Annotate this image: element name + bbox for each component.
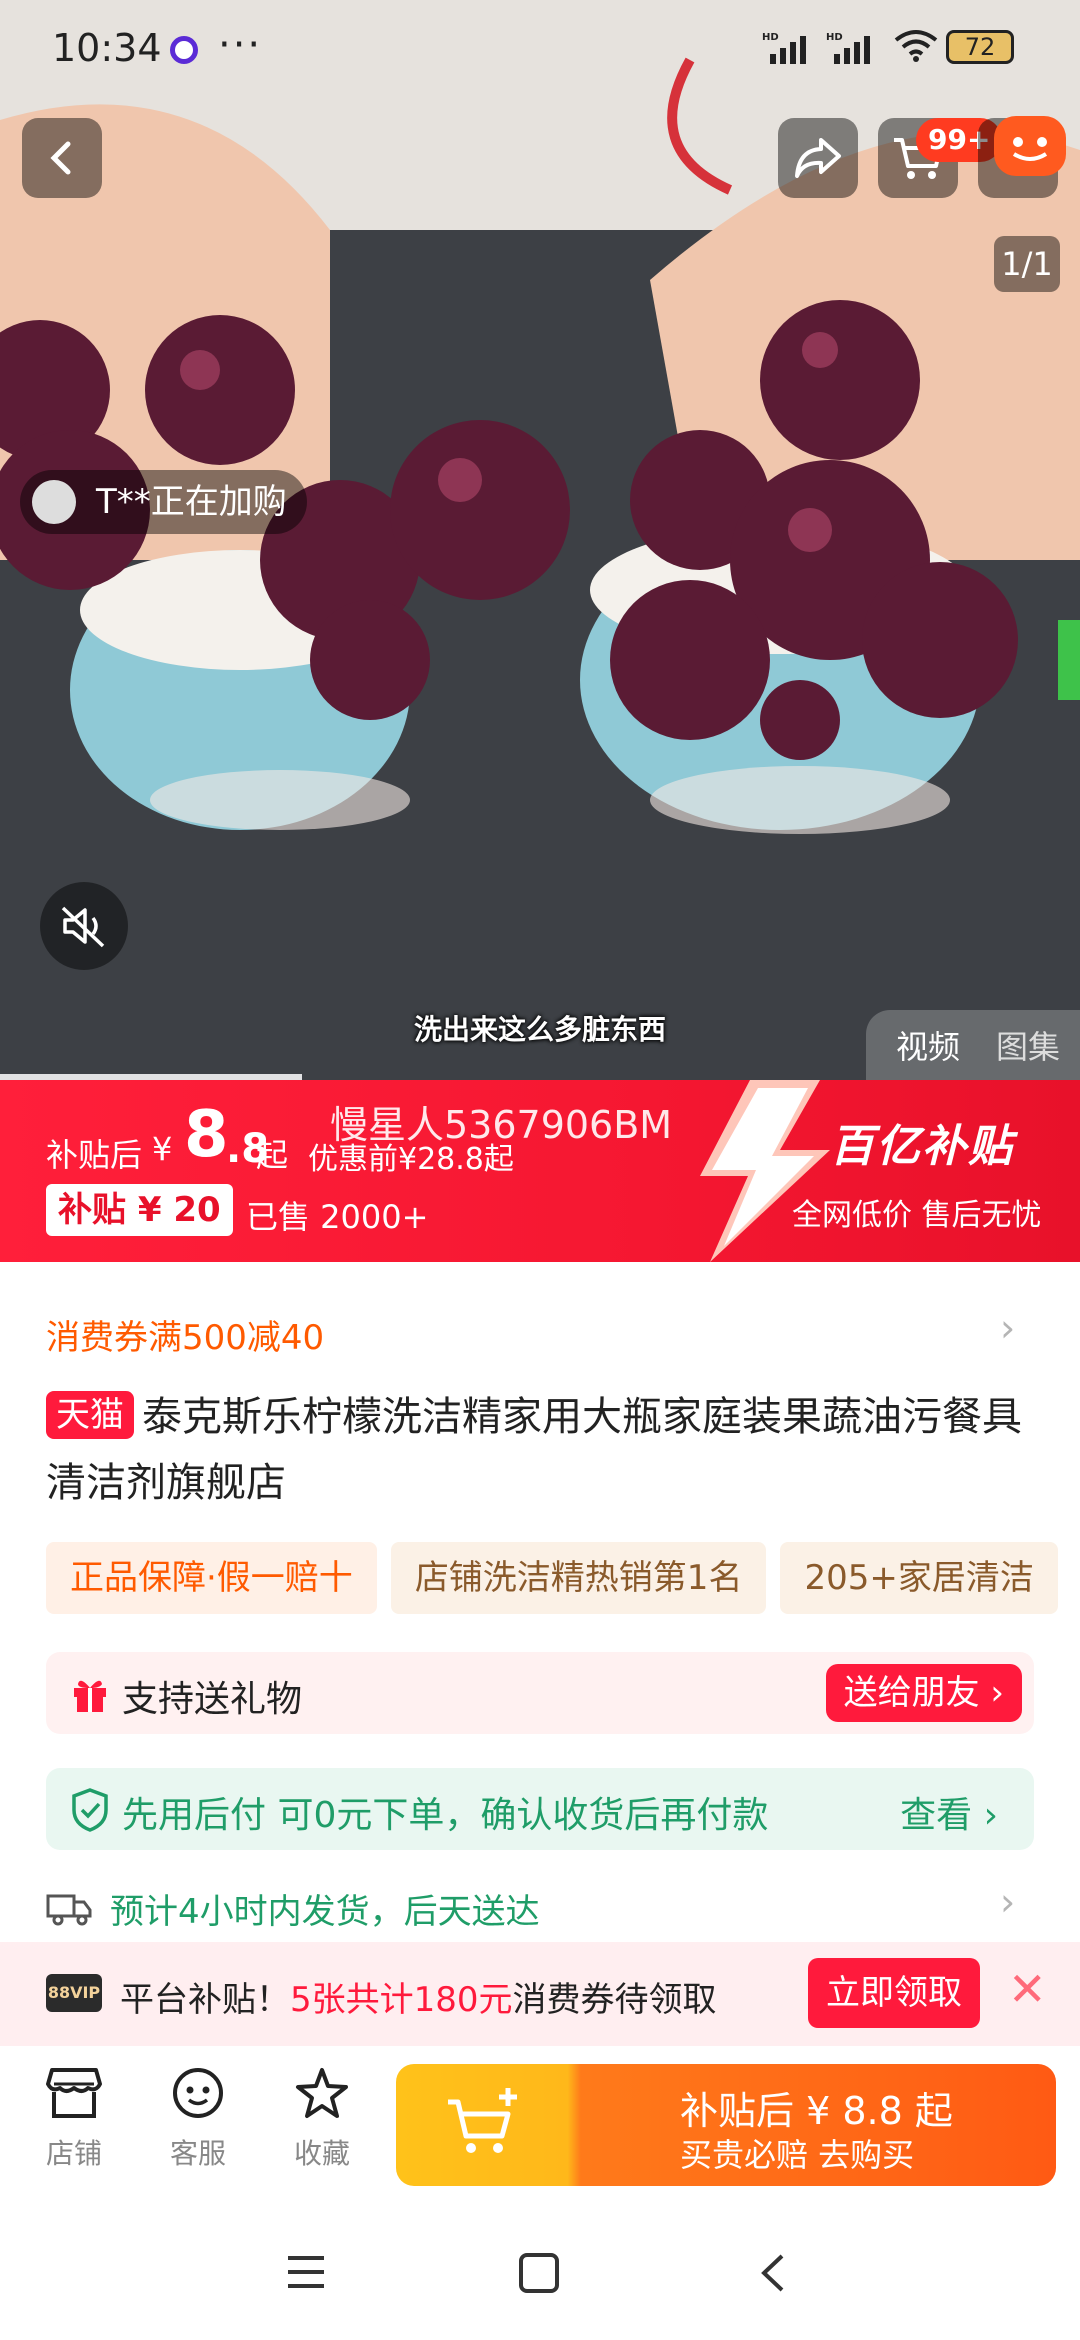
pay-later-view-link[interactable]: 查看 › (900, 1786, 998, 1838)
service-label: 客服 (169, 2137, 226, 2170)
coupon-text: 消费券满500减40 (46, 1318, 325, 1358)
add-to-cart-icon[interactable] (444, 2084, 524, 2164)
subsidy-slogan: 全网低价 售后无忧 (792, 1198, 1042, 1233)
share-icon (795, 138, 841, 178)
share-button[interactable] (778, 118, 858, 198)
shop-button[interactable]: 店铺 (24, 2066, 124, 2172)
buyer-activity-ticker: T**正在加购 (20, 470, 307, 534)
price-currency: ¥ (152, 1130, 173, 1168)
svg-text:HD: HD (826, 32, 843, 43)
promo-text: 平台补贴！5张共计180元消费券待领取 (120, 1980, 717, 2020)
vip-badge: 88VIP (46, 1974, 102, 2012)
pay-later-text: 先用后付 可0元下单，确认收货后再付款 (122, 1795, 769, 1836)
product-media[interactable]: 10:34 ··· HD HD 72 99+ 1/1 T**正在加购 洗出来这么… (0, 0, 1080, 1080)
chevron-right-icon: › (1000, 1306, 1016, 1350)
price-banner: 补贴后 ¥ 8 .8 起 优惠前¥28.8起 慢星人5367906BM 补贴 ¥… (0, 1080, 1080, 1262)
price-suffix: 起 (256, 1136, 289, 1174)
product-detail-page: 10:34 ··· HD HD 72 99+ 1/1 T**正在加购 洗出来这么… (0, 0, 1080, 2340)
app-notification-icon (170, 36, 198, 64)
truck-icon (46, 1894, 92, 1926)
send-to-friend-button[interactable]: 送给朋友 › (825, 1664, 1022, 1722)
bottom-action-bar: 店铺 客服 收藏 补贴后 ¥ 8.8 起 买贵必赔 去购买 (0, 2046, 1080, 2210)
platform-subsidy-promo: 88VIP 平台补贴！5张共计180元消费券待领取 立即领取 ✕ (0, 1942, 1080, 2046)
signal-icon-2: HD (826, 30, 880, 71)
tab-video[interactable]: 视频 (896, 1022, 960, 1068)
tag-authentic[interactable]: 正品保障·假一赔十 (46, 1542, 377, 1614)
tab-gallery[interactable]: 图集 (996, 1022, 1060, 1068)
store-icon (46, 2068, 102, 2118)
favorite-label: 收藏 (293, 2137, 350, 2170)
gift-icon (74, 1680, 106, 1712)
product-title: 天猫 泰克斯乐柠檬洗洁精家用大瓶家庭装果蔬油污餐具清洁剂旗舰店 (46, 1384, 1046, 1516)
buy-price-label: 补贴后 ¥ 8.8 起 (680, 2089, 953, 2133)
chat-face-icon (173, 2068, 223, 2118)
tag-bestseller[interactable]: 店铺洗洁精热销第1名 (390, 1542, 767, 1614)
price-integer: 8 (184, 1098, 229, 1172)
price-label: 补贴后 (46, 1136, 143, 1174)
status-more-icon: ··· (218, 22, 263, 68)
status-time: 10:34 (52, 26, 162, 70)
back-button[interactable] (22, 118, 102, 198)
chat-bubble-icon[interactable] (994, 116, 1066, 176)
lightning-bolt-icon (700, 1080, 830, 1262)
tmall-badge: 天猫 (46, 1391, 134, 1439)
pay-later-row[interactable]: 先用后付 可0元下单，确认收货后再付款 查看 › (46, 1768, 1034, 1850)
media-pager: 1/1 (994, 236, 1060, 292)
product-title-text: 泰克斯乐柠檬洗洁精家用大瓶家庭装果蔬油污餐具清洁剂旗舰店 (46, 1394, 1022, 1506)
claim-now-button[interactable]: 立即领取 (808, 1958, 980, 2028)
subsidy-amount-badge: 补贴 ¥ 20 (46, 1184, 233, 1236)
gift-row[interactable]: 支持送礼物 送给朋友 › (46, 1652, 1034, 1734)
signal-icon-1: HD (762, 30, 816, 71)
star-icon (296, 2068, 348, 2118)
buyer-activity-text: T**正在加购 (96, 482, 287, 522)
close-icon[interactable]: ✕ (1008, 1962, 1047, 2016)
buy-now-button[interactable]: 补贴后 ¥ 8.8 起 买贵必赔 去购买 (396, 2064, 1056, 2186)
customer-service-button[interactable]: 客服 (148, 2066, 248, 2172)
mute-button[interactable] (40, 882, 128, 970)
avatar (32, 480, 76, 524)
menu-icon[interactable] (284, 2252, 328, 2292)
billion-subsidy-logo: 百亿补贴 (830, 1121, 1014, 1172)
gift-text: 支持送礼物 (122, 1679, 303, 1720)
back-nav-icon[interactable] (756, 2252, 790, 2294)
product-tags: 正品保障·假一赔十 店铺洗洁精热销第1名 205+家居清洁 (46, 1542, 1080, 1614)
media-tabs: 视频 图集 (866, 1010, 1080, 1080)
shield-check-icon (72, 1788, 108, 1832)
status-bar: 10:34 ··· HD HD 72 (0, 0, 1080, 100)
chevron-right-icon: › (1000, 1880, 1016, 1924)
buy-guarantee-label: 买贵必赔 去购买 (680, 2136, 915, 2174)
shipping-row[interactable]: 预计4小时内发货，后天送达 › (46, 1880, 1046, 1934)
watermark-text: 慢星人5367906BM (330, 1103, 673, 1147)
favorite-button[interactable]: 收藏 (272, 2066, 372, 2172)
tag-category-rank[interactable]: 205+家居清洁 (780, 1542, 1058, 1614)
shipping-text: 预计4小时内发货，后天送达 (110, 1892, 540, 1932)
svg-text:HD: HD (762, 32, 779, 43)
system-navigation-bar (0, 2210, 1080, 2340)
home-icon[interactable] (518, 2252, 560, 2294)
shop-label: 店铺 (45, 2137, 102, 2170)
back-arrow-icon (50, 141, 71, 175)
wifi-icon (894, 30, 938, 62)
speaker-muted-icon (61, 906, 105, 948)
sold-count: 已售 2000+ (246, 1198, 429, 1236)
battery-indicator: 72 (946, 30, 1014, 64)
